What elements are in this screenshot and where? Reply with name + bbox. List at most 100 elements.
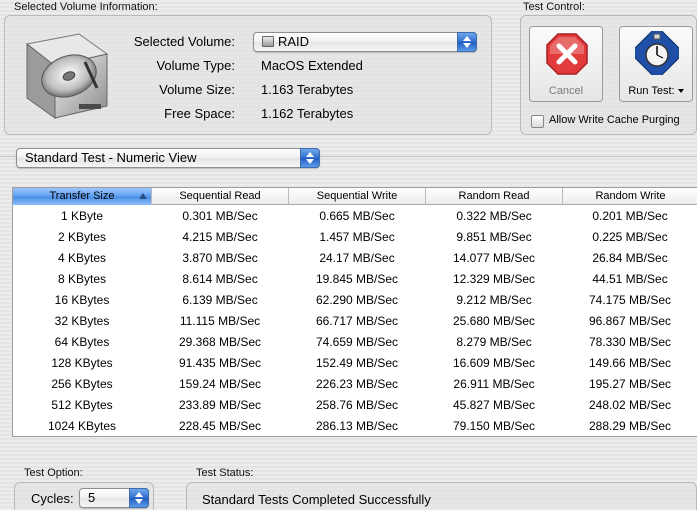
table-cell: 2 KBytes — [57, 230, 107, 244]
table-row[interactable]: 64 KBytes 29.368 MB/Sec 74.659 MB/Sec 8.279… — [13, 332, 697, 353]
table-cell: 25.680 MB/Sec — [452, 314, 536, 328]
cancel-button-label: Cancel — [548, 85, 584, 97]
table-cell: 128 KBytes — [51, 356, 113, 370]
run-test-button[interactable]: Run Test: — [619, 26, 693, 102]
results-table: Transfer Size Sequential Read Sequential… — [12, 187, 697, 437]
table-row[interactable]: 4 KBytes 3.870 MB/Sec 24.17 MB/Sec 14.077 M… — [13, 248, 697, 269]
table-cell: 12.329 MB/Sec — [452, 272, 536, 286]
volume-type-label: Volume Type: — [156, 58, 235, 73]
volume-info-group: Selected Volume: RAID Volume Type: MacOS… — [4, 15, 492, 135]
test-option-group: Cycles: 5 — [14, 482, 154, 510]
cycles-label: Cycles: — [31, 491, 74, 506]
volume-type-value: MacOS Extended — [261, 58, 363, 73]
table-cell: 24.17 MB/Sec — [319, 251, 395, 265]
table-cell: 512 KBytes — [51, 398, 113, 412]
run-test-button-label: Run Test: — [620, 85, 692, 97]
test-control-group-label: Test Control: — [523, 1, 585, 13]
table-cell: 248.02 MB/Sec — [588, 398, 672, 412]
volume-size-value: 1.163 Terabytes — [261, 82, 354, 97]
table-cell: 1.457 MB/Sec — [319, 230, 395, 244]
table-cell: 8.614 MB/Sec — [182, 272, 258, 286]
column-header-random-read[interactable]: Random Read — [426, 188, 563, 205]
table-row[interactable]: 1024 KBytes 228.45 MB/Sec 286.13 MB/Sec 79.… — [13, 416, 697, 437]
table-cell: 74.659 MB/Sec — [315, 335, 399, 349]
table-cell: 66.717 MB/Sec — [315, 314, 399, 328]
table-cell: 29.368 MB/Sec — [178, 335, 262, 349]
volume-size-row: Volume Size: 1.163 Terabytes — [5, 82, 485, 102]
table-cell: 11.115 MB/Sec — [179, 314, 261, 328]
table-cell: 32 KBytes — [54, 314, 110, 328]
table-cell: 26.911 MB/Sec — [453, 377, 535, 391]
column-header-sequential-read[interactable]: Sequential Read — [152, 188, 289, 205]
table-cell: 256 KBytes — [51, 377, 113, 391]
table-cell: 62.290 MB/Sec — [315, 293, 399, 307]
test-control-group: Cancel Run Test: Allow Write Cache Purgi… — [520, 15, 697, 135]
table-cell: 14.077 MB/Sec — [452, 251, 536, 265]
table-cell: 79.150 MB/Sec — [452, 419, 536, 433]
selected-volume-row: Selected Volume: RAID — [5, 32, 485, 52]
table-cell: 44.51 MB/Sec — [592, 272, 668, 286]
table-cell: 8 KBytes — [57, 272, 107, 286]
test-status-group: Standard Tests Completed Successfully — [186, 482, 697, 510]
allow-write-cache-label: Allow Write Cache Purging — [549, 114, 680, 126]
table-cell: 4 KBytes — [57, 251, 107, 265]
table-cell: 16 KBytes — [54, 293, 110, 307]
table-row[interactable]: 256 KBytes 159.24 MB/Sec 226.23 MB/Sec 26.9… — [13, 374, 697, 395]
view-selector-popup[interactable]: Standard Test - Numeric View — [16, 148, 320, 168]
test-status-message: Standard Tests Completed Successfully — [202, 492, 431, 507]
table-cell: 45.827 MB/Sec — [452, 398, 536, 412]
table-cell: 0.322 MB/Sec — [456, 209, 532, 223]
table-cell: 226.23 MB/Sec — [315, 377, 399, 391]
table-cell: 0.665 MB/Sec — [319, 209, 395, 223]
table-row[interactable]: 32 KBytes 11.115 MB/Sec 66.717 MB/Sec 25.68… — [13, 311, 697, 332]
table-cell: 159.24 MB/Sec — [178, 377, 262, 391]
table-cell: 16.609 MB/Sec — [452, 356, 536, 370]
table-cell: 6.139 MB/Sec — [182, 293, 258, 307]
cancel-button[interactable]: Cancel — [529, 26, 603, 102]
cycles-popup[interactable]: 5 — [79, 488, 149, 508]
dropdown-arrow-icon — [677, 89, 684, 93]
disk-icon — [262, 36, 274, 47]
table-cell: 9.851 MB/Sec — [456, 230, 532, 244]
allow-write-cache-checkbox[interactable] — [531, 115, 544, 128]
test-option-group-label: Test Option: — [24, 467, 83, 479]
column-header-random-write[interactable]: Random Write — [563, 188, 697, 205]
selected-volume-popup[interactable]: RAID — [253, 32, 477, 52]
table-cell: 96.867 MB/Sec — [588, 314, 672, 328]
table-cell: 8.279 MB/Sec — [456, 335, 532, 349]
table-row[interactable]: 2 KBytes 4.215 MB/Sec 1.457 MB/Sec 9.851 MB… — [13, 227, 697, 248]
table-cell: 1024 KBytes — [47, 419, 117, 433]
table-cell: 152.49 MB/Sec — [315, 356, 399, 370]
table-cell: 286.13 MB/Sec — [315, 419, 399, 433]
table-cell: 9.212 MB/Sec — [456, 293, 532, 307]
table-cell: 288.29 MB/Sec — [588, 419, 672, 433]
table-header: Transfer Size Sequential Read Sequential… — [13, 188, 697, 205]
table-row[interactable]: 8 KBytes 8.614 MB/Sec 19.845 MB/Sec 12.329 … — [13, 269, 697, 290]
table-cell: 149.66 MB/Sec — [588, 356, 672, 370]
table-cell: 4.215 MB/Sec — [182, 230, 258, 244]
stopwatch-icon — [635, 31, 679, 75]
table-row[interactable]: 128 KBytes 91.435 MB/Sec 152.49 MB/Sec 16.6… — [13, 353, 697, 374]
table-row[interactable]: 1 KByte 0.301 MB/Sec 0.665 MB/Sec 0.322 MB/… — [13, 206, 697, 227]
popup-arrows-icon — [457, 32, 477, 52]
table-row[interactable]: 512 KBytes 233.89 MB/Sec 258.76 MB/Sec 45.8… — [13, 395, 697, 416]
table-cell: 195.27 MB/Sec — [588, 377, 672, 391]
column-header-sequential-write[interactable]: Sequential Write — [289, 188, 426, 205]
table-cell: 74.175 MB/Sec — [588, 293, 672, 307]
table-cell: 1 KByte — [60, 209, 104, 223]
stop-icon — [546, 33, 588, 75]
table-cell: 0.301 MB/Sec — [182, 209, 258, 223]
table-row[interactable]: 16 KBytes 6.139 MB/Sec 62.290 MB/Sec 9.212 … — [13, 290, 697, 311]
volume-info-group-label: Selected Volume Information: — [14, 1, 158, 13]
volume-type-row: Volume Type: MacOS Extended — [5, 58, 485, 78]
selected-volume-value: RAID — [278, 34, 310, 49]
popup-arrows-icon — [300, 148, 320, 168]
popup-arrows-icon — [129, 488, 149, 508]
table-cell: 258.76 MB/Sec — [315, 398, 399, 412]
table-cell: 64 KBytes — [54, 335, 110, 349]
free-space-row: Free Space: 1.162 Terabytes — [5, 106, 485, 126]
view-selector-value: Standard Test - Numeric View — [25, 150, 197, 165]
table-cell: 78.330 MB/Sec — [588, 335, 672, 349]
column-header-transfer-size[interactable]: Transfer Size — [13, 188, 152, 205]
table-cell: 19.845 MB/Sec — [315, 272, 399, 286]
